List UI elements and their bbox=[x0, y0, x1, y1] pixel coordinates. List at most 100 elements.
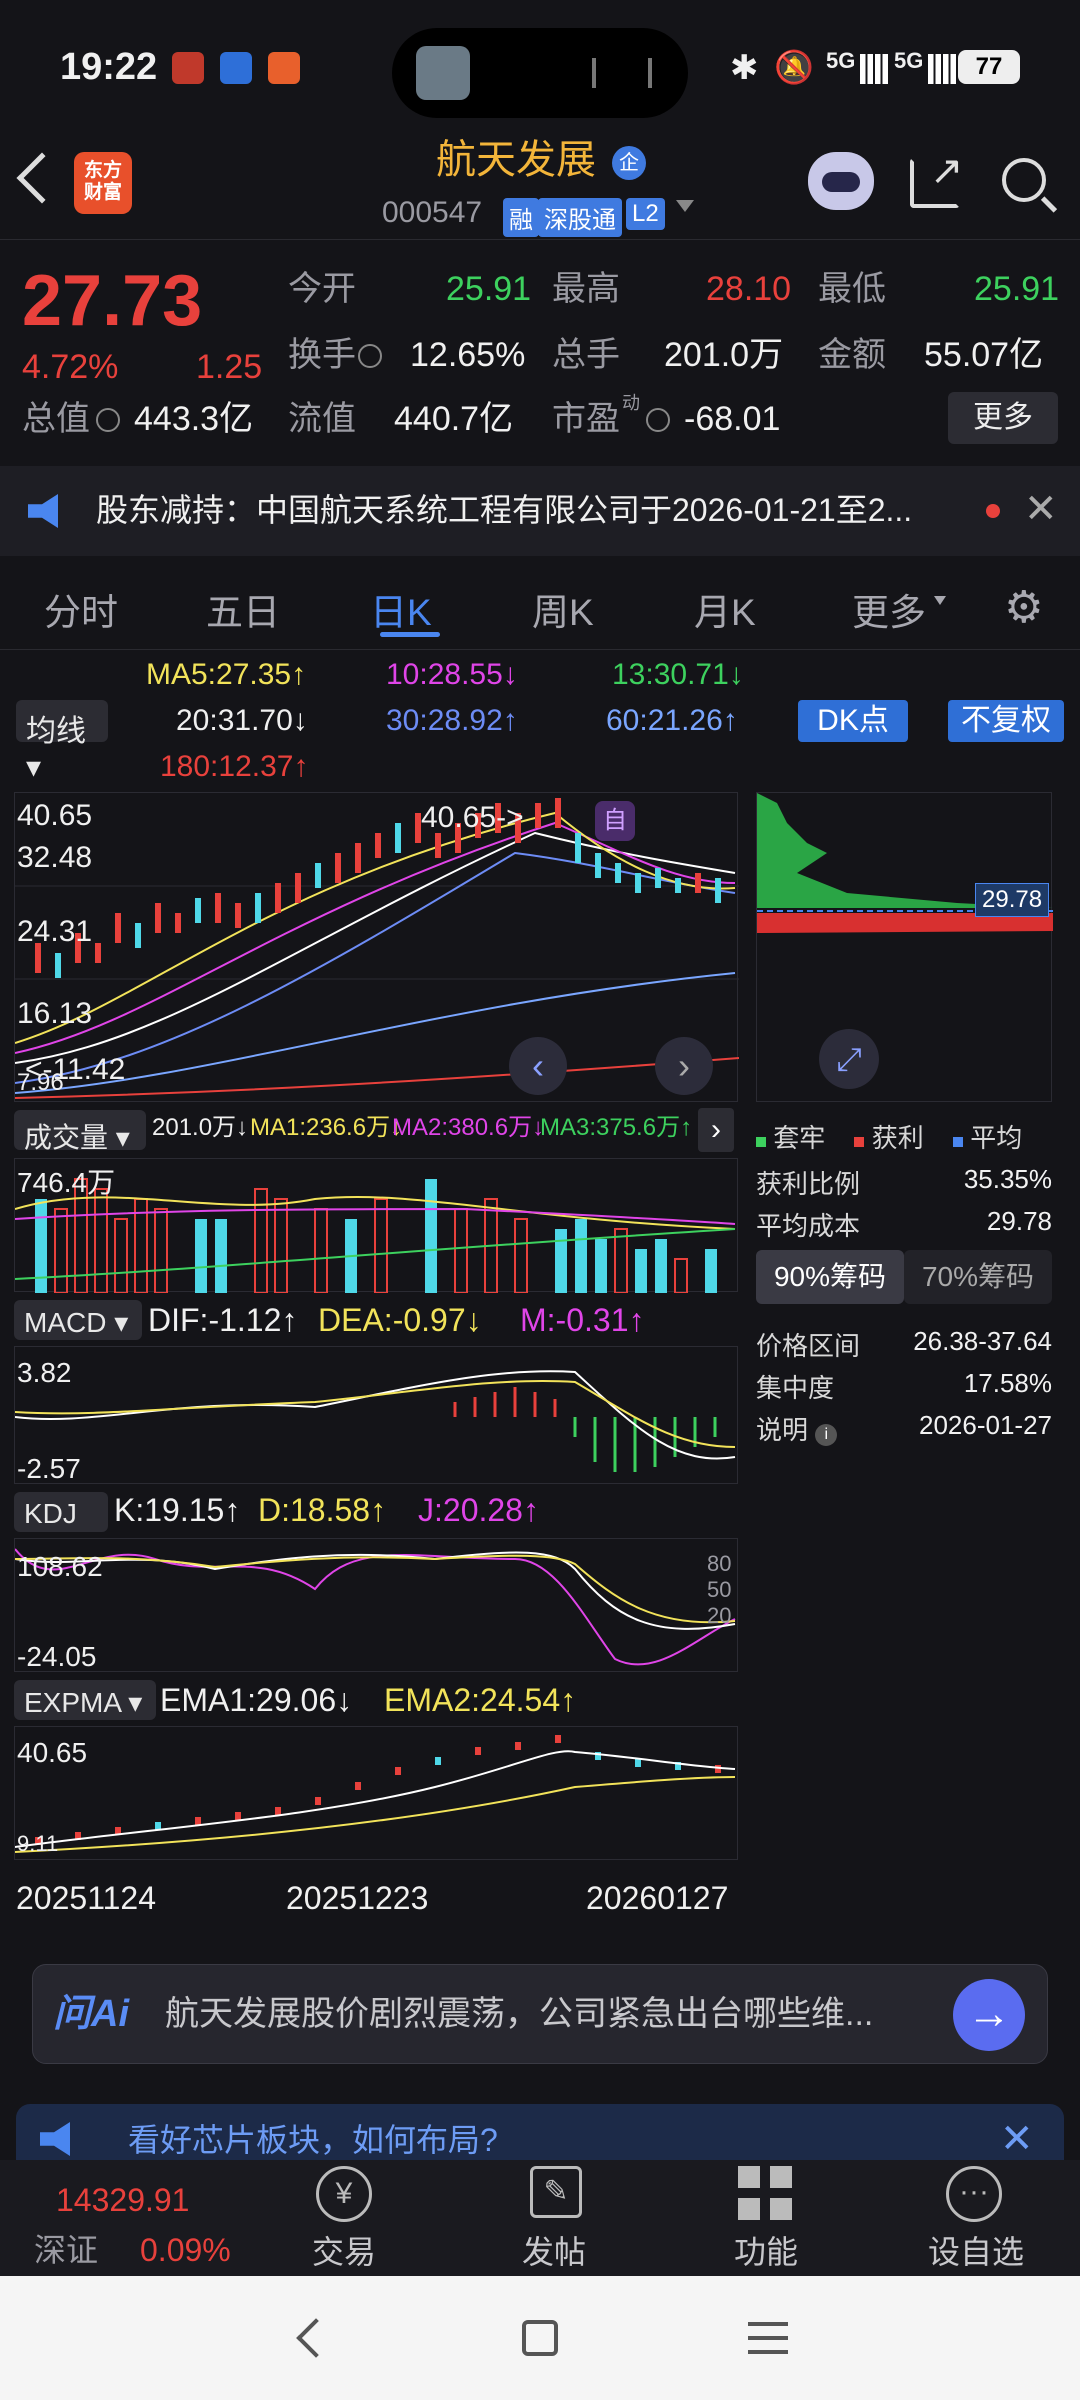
promo-banner[interactable]: 看好芯片板块，如何布局? ✕ bbox=[16, 2104, 1064, 2160]
kline-y-top: 40.65 bbox=[17, 799, 93, 832]
macd-histogram bbox=[453, 1387, 717, 1472]
yuan-exchange-icon[interactable]: ¥ bbox=[316, 2166, 372, 2222]
expma-y-top: 40.65 bbox=[17, 1737, 88, 1768]
index-name: 深证 bbox=[34, 2232, 99, 2268]
macd-dropdown[interactable]: MACD ▾ bbox=[14, 1300, 142, 1340]
more-button[interactable]: 更多 bbox=[948, 392, 1058, 444]
info-icon[interactable] bbox=[96, 408, 120, 432]
signal-icon bbox=[928, 54, 956, 84]
send-arrow-icon[interactable]: → bbox=[953, 1979, 1025, 2051]
robot-assistant-icon[interactable] bbox=[808, 152, 874, 210]
expma-chart[interactable]: 40.65 9.11 bbox=[14, 1726, 738, 1860]
grid-icon[interactable] bbox=[738, 2166, 792, 2220]
chevron-right-icon[interactable]: › bbox=[655, 1037, 713, 1095]
ema2-line bbox=[15, 1776, 736, 1853]
expand-icon[interactable]: ⤢ bbox=[819, 1029, 879, 1089]
signal-5g-2: 5G bbox=[894, 48, 924, 73]
gear-icon[interactable]: ⚙ bbox=[1004, 582, 1043, 633]
info-icon[interactable] bbox=[358, 344, 382, 368]
info-icon[interactable]: i bbox=[815, 1424, 838, 1446]
app-logo[interactable]: 东方 财富 bbox=[74, 152, 132, 214]
nav-trade[interactable]: 交易 bbox=[312, 2236, 376, 2268]
camera-island bbox=[392, 28, 688, 118]
kdj-dropdown[interactable]: KDJ ▾ bbox=[14, 1492, 108, 1562]
float-label: 流值 bbox=[288, 400, 356, 438]
edit-icon[interactable]: ✎ bbox=[530, 2166, 582, 2218]
home-nav-icon[interactable] bbox=[522, 2320, 558, 2356]
enterprise-tag: 企 bbox=[619, 152, 639, 174]
high-value: 28.10 bbox=[706, 270, 792, 308]
volume-value: 201.0万↓ bbox=[152, 1114, 249, 1141]
profit-ratio-value: 35.35% bbox=[963, 1164, 1052, 1194]
chip-tab-90[interactable]: 90%筹码 bbox=[756, 1250, 904, 1304]
macd-y-top: 3.82 bbox=[17, 1357, 72, 1388]
tab-intraday[interactable]: 分时 bbox=[44, 582, 118, 636]
more-dots-icon[interactable]: ··· bbox=[946, 2166, 1002, 2222]
kdj-chart[interactable]: 108.62 -24.05 80 50 20 bbox=[14, 1538, 738, 1672]
kline-low-mark: <-11.42 bbox=[25, 1053, 126, 1086]
chip-tab-90-label: 90%筹码 bbox=[773, 1261, 887, 1292]
adjust-button[interactable]: 不复权 bbox=[948, 700, 1064, 742]
volume-dropdown[interactable]: 成交量 ▾ bbox=[14, 1110, 146, 1153]
search-icon[interactable] bbox=[1002, 158, 1046, 202]
nav-post[interactable]: 发帖 bbox=[522, 2236, 586, 2268]
open-value: 25.91 bbox=[446, 270, 532, 308]
macd-y-bot: -2.57 bbox=[17, 1453, 81, 1484]
close-icon[interactable]: ✕ bbox=[1000, 2116, 1034, 2160]
close-icon[interactable]: ✕ bbox=[1024, 486, 1058, 532]
dif-line bbox=[15, 1370, 736, 1460]
kdj-d-line bbox=[15, 1554, 736, 1624]
chip-tab-70[interactable]: 70%筹码 bbox=[904, 1250, 1052, 1304]
kline-chart[interactable]: 40.65 32.48 24.31 16.13 7.96 40.65-> <-1… bbox=[14, 792, 739, 1102]
tab-daily-k[interactable]: 日K bbox=[370, 582, 432, 636]
notice-bar[interactable]: 股东减持：中国航天系统工程有限公司于2026-01-21至2... ✕ bbox=[0, 466, 1080, 556]
volume-svg bbox=[15, 1178, 736, 1293]
expma-dropdown[interactable]: EXPMA ▾ bbox=[14, 1680, 156, 1720]
ma5-value: MA5:27.35↑ bbox=[146, 658, 307, 691]
high-label: 最高 bbox=[552, 270, 620, 308]
robot-eye bbox=[822, 172, 860, 192]
ma-dropdown-label: 均线 bbox=[26, 715, 86, 748]
chip-svg bbox=[757, 793, 1053, 933]
avg-cost-value: 29.78 bbox=[986, 1206, 1052, 1236]
macd-chart[interactable]: 3.82 -2.57 bbox=[14, 1346, 738, 1484]
logo-text-1: 东方 bbox=[83, 160, 122, 181]
ma-dropdown[interactable]: 均线 ▾ bbox=[16, 700, 108, 784]
chevron-left-icon[interactable]: ‹ bbox=[509, 1037, 567, 1095]
amount-value: 55.07亿 bbox=[924, 336, 1044, 374]
ma60-value: 60:21.26↑ bbox=[606, 704, 738, 737]
kline-y-3: 24.31 bbox=[17, 915, 93, 948]
ma20-line bbox=[15, 831, 736, 1064]
tab-monthly-k[interactable]: 月K bbox=[694, 582, 756, 636]
ma30-line bbox=[15, 851, 736, 1084]
audio-wave-icon bbox=[592, 58, 652, 88]
menu-nav-icon[interactable] bbox=[748, 2322, 788, 2354]
kdj-svg bbox=[15, 1548, 736, 1666]
legend-trapped: 套牢 bbox=[773, 1123, 826, 1153]
promo-text: 看好芯片板块，如何布局? bbox=[128, 2122, 498, 2158]
chevron-down-icon[interactable] bbox=[676, 200, 694, 212]
volume-chart[interactable]: 746.4万 bbox=[14, 1158, 738, 1293]
tab-more[interactable]: 更多 bbox=[852, 582, 926, 636]
notice-dot bbox=[986, 504, 1000, 518]
kdj-d: D:18.58↑ bbox=[258, 1492, 387, 1528]
back-nav-icon[interactable] bbox=[296, 2318, 336, 2358]
macd-dif: DIF:-1.12↑ bbox=[148, 1302, 298, 1338]
date-start: 20251124 bbox=[16, 1880, 156, 1916]
date-end: 20260127 bbox=[586, 1880, 729, 1916]
chip-legend: 套牢 获利 平均 bbox=[756, 1118, 1052, 1155]
chevron-right-icon[interactable]: › bbox=[698, 1108, 734, 1152]
back-icon[interactable] bbox=[16, 152, 68, 204]
nav-watchlist[interactable]: 设自选 bbox=[928, 2236, 1024, 2268]
note-row: 说明 i 2026-01-27 bbox=[756, 1410, 1052, 1447]
nav-func[interactable]: 功能 bbox=[734, 2236, 798, 2268]
ai-input-bar[interactable]: 问Ai 航天发展股价剧烈震荡，公司紧急出台哪些维... → bbox=[32, 1964, 1048, 2064]
kdj-level-50: 50 bbox=[707, 1577, 732, 1602]
chip-chart[interactable]: 29.78 ⤢ bbox=[756, 792, 1053, 1102]
tab-weekly-k[interactable]: 周K bbox=[532, 582, 594, 636]
dk-point-button[interactable]: DK点 bbox=[798, 700, 908, 742]
kdj-dropdown-label: KDJ bbox=[24, 1498, 77, 1529]
info-icon[interactable] bbox=[646, 408, 670, 432]
tab-five-day[interactable]: 五日 bbox=[206, 582, 280, 636]
media-thumbnail-icon bbox=[416, 46, 470, 100]
